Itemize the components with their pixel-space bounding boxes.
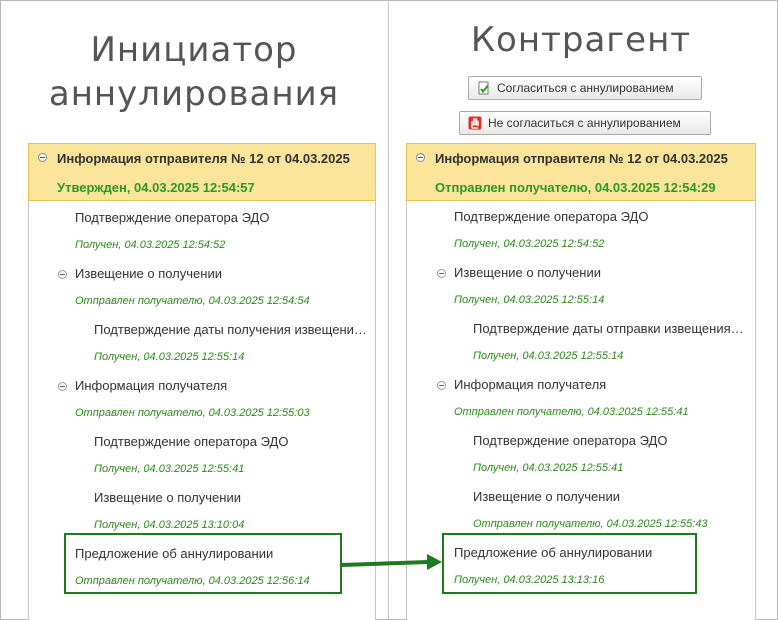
transfer-arrow-icon bbox=[341, 554, 442, 570]
